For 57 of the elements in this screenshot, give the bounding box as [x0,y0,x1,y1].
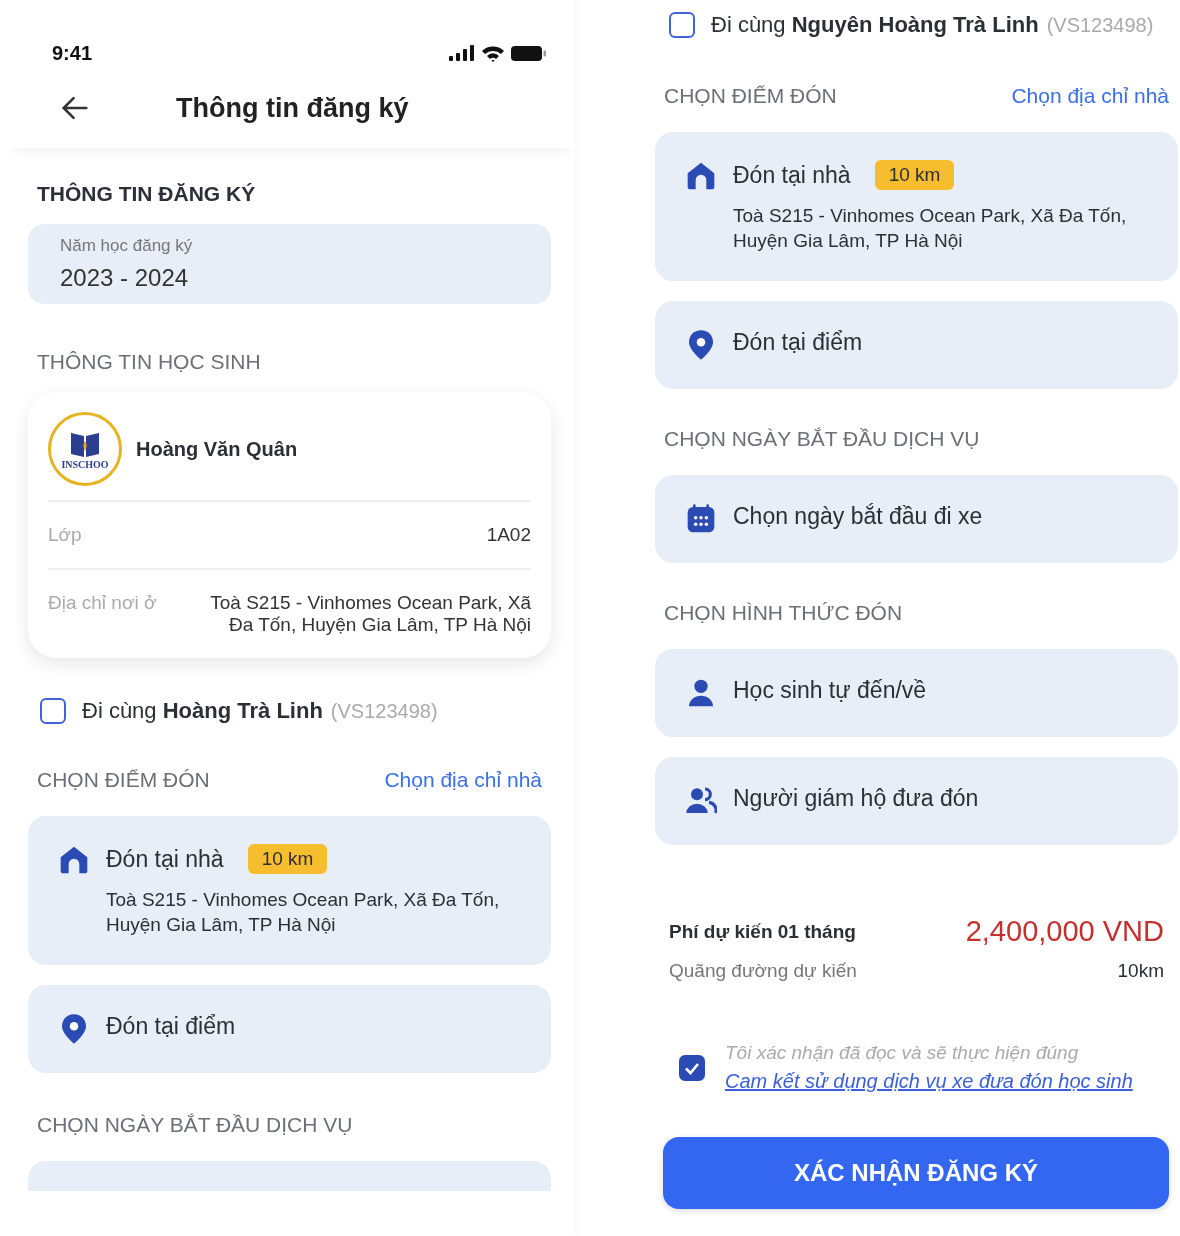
status-time: 9:41 [52,41,93,65]
option-label: Học sinh tự đến/về [733,677,927,705]
student-code: (VS123498) [1046,13,1154,37]
section-heading: CHỌN NGÀY BẮT ĐẦU DỊCH VỤ [664,427,980,452]
pickup-method-option[interactable]: Học sinh tự đến/về [655,649,1178,738]
confirm-registration-button[interactable]: XÁC NHẬN ĐĂNG KÝ [663,1137,1169,1210]
address-text: Toà S215 - Vinhomes Ocean Park, Xã Đa Tốn, Huyện Gia Lâm, TP Hà Nội [106,888,501,937]
section-heading: THÔNG TIN ĐĂNG KÝ [37,182,256,206]
section-heading: THÔNG TIN HỌC SINH [37,350,261,374]
home-icon [685,160,717,192]
date-picker-button[interactable]: Chọn ngày bắt đầu đi xe [655,475,1178,564]
field-label: Năm học đăng ký [60,236,194,256]
distance-value: 10km [1117,960,1164,983]
battery-icon [511,44,547,62]
page-title: Thông tin đăng ký [176,92,409,124]
pickup-option[interactable]: Đón tại nhà 10 km Toà S215 - Vinhomes Ocean Park, Xã Đa Tốn, Huyện Gia Lâm, TP Hà Nội [28,816,551,966]
fee-amount: 2,400,000 VND [965,915,1164,949]
section-heading: CHỌN HÌNH THỨC ĐÓN [664,601,903,626]
section-heading: CHỌN ĐIỂM ĐÓN [664,84,837,108]
choose-address-link[interactable]: Chọn địa chỉ nhà [1011,84,1169,108]
pickup-option[interactable]: Đón tại điểm [655,301,1178,390]
distance-badge: 10 km [874,160,955,190]
school-year-field[interactable]: Năm học đăng ký 2023 - 2024 [28,224,551,304]
wifi-icon [481,44,505,62]
companion-label: Đi cùng Hoàng Trà Linh [82,698,323,724]
pickup-option[interactable]: Đón tại nhà 10 km Toà S215 - Vinhomes Ocean Park, Xã Đa Tốn, Huyện Gia Lâm, TP Hà Nội [655,132,1178,282]
section-heading: CHỌN NGÀY BẮT ĐẦU DỊCH VỤ [37,1113,353,1138]
checkbox[interactable] [679,1054,705,1081]
info-value: Toà S215 - Vinhomes Ocean Park, Xã Đa Tốn, Huyện Gia Lâm, TP Hà Nội [209,592,531,636]
option-label: Đón tại điểm [106,1013,236,1041]
signal-icon [449,45,475,61]
checkbox[interactable] [40,698,66,724]
student-code: (VS123498) [330,699,438,723]
option-label: Người giám hộ đưa đón [733,785,979,813]
option-label: Đón tại nhà [733,161,851,189]
option-label: Chọn ngày bắt đầu đi xe [733,503,983,531]
option-label: Đón tại điểm [733,329,863,357]
choose-address-link[interactable]: Chọn địa chỉ nhà [384,768,542,792]
section-heading: CHỌN ĐIỂM ĐÓN [37,768,210,792]
fee-label: Phí dự kiến 01 tháng [669,920,856,943]
checkbox[interactable] [669,12,695,38]
pickup-option[interactable]: Đón tại điểm [28,985,551,1074]
distance-label: Quãng đường dự kiến [669,960,857,983]
home-icon [58,844,90,876]
field-value: 2023 - 2024 [60,264,190,292]
option-label: Đón tại nhà [106,845,224,873]
info-label: Lớp [48,524,82,546]
student-name: Hoàng Văn Quân [136,437,298,461]
companion-label: Đi cùng Nguyên Hoàng Trà Linh [711,12,1039,38]
school-logo: INSCHOO [48,412,122,486]
info-label: Địa chỉ nơi ở [48,592,157,615]
pickup-method-option[interactable]: Người giám hộ đưa đón [655,757,1178,846]
terms-link[interactable]: Cam kết sử dụng dịch vụ xe đưa đón học sinh [725,1070,1133,1094]
info-value: 1A02 [486,524,531,546]
distance-badge: 10 km [247,844,328,874]
address-text: Toà S215 - Vinhomes Ocean Park, Xã Đa Tốn, Huyện Gia Lâm, TP Hà Nội [733,204,1128,253]
agreement-text: Tôi xác nhận đã đọc và sẽ thực hiện đúng [725,1042,1080,1065]
